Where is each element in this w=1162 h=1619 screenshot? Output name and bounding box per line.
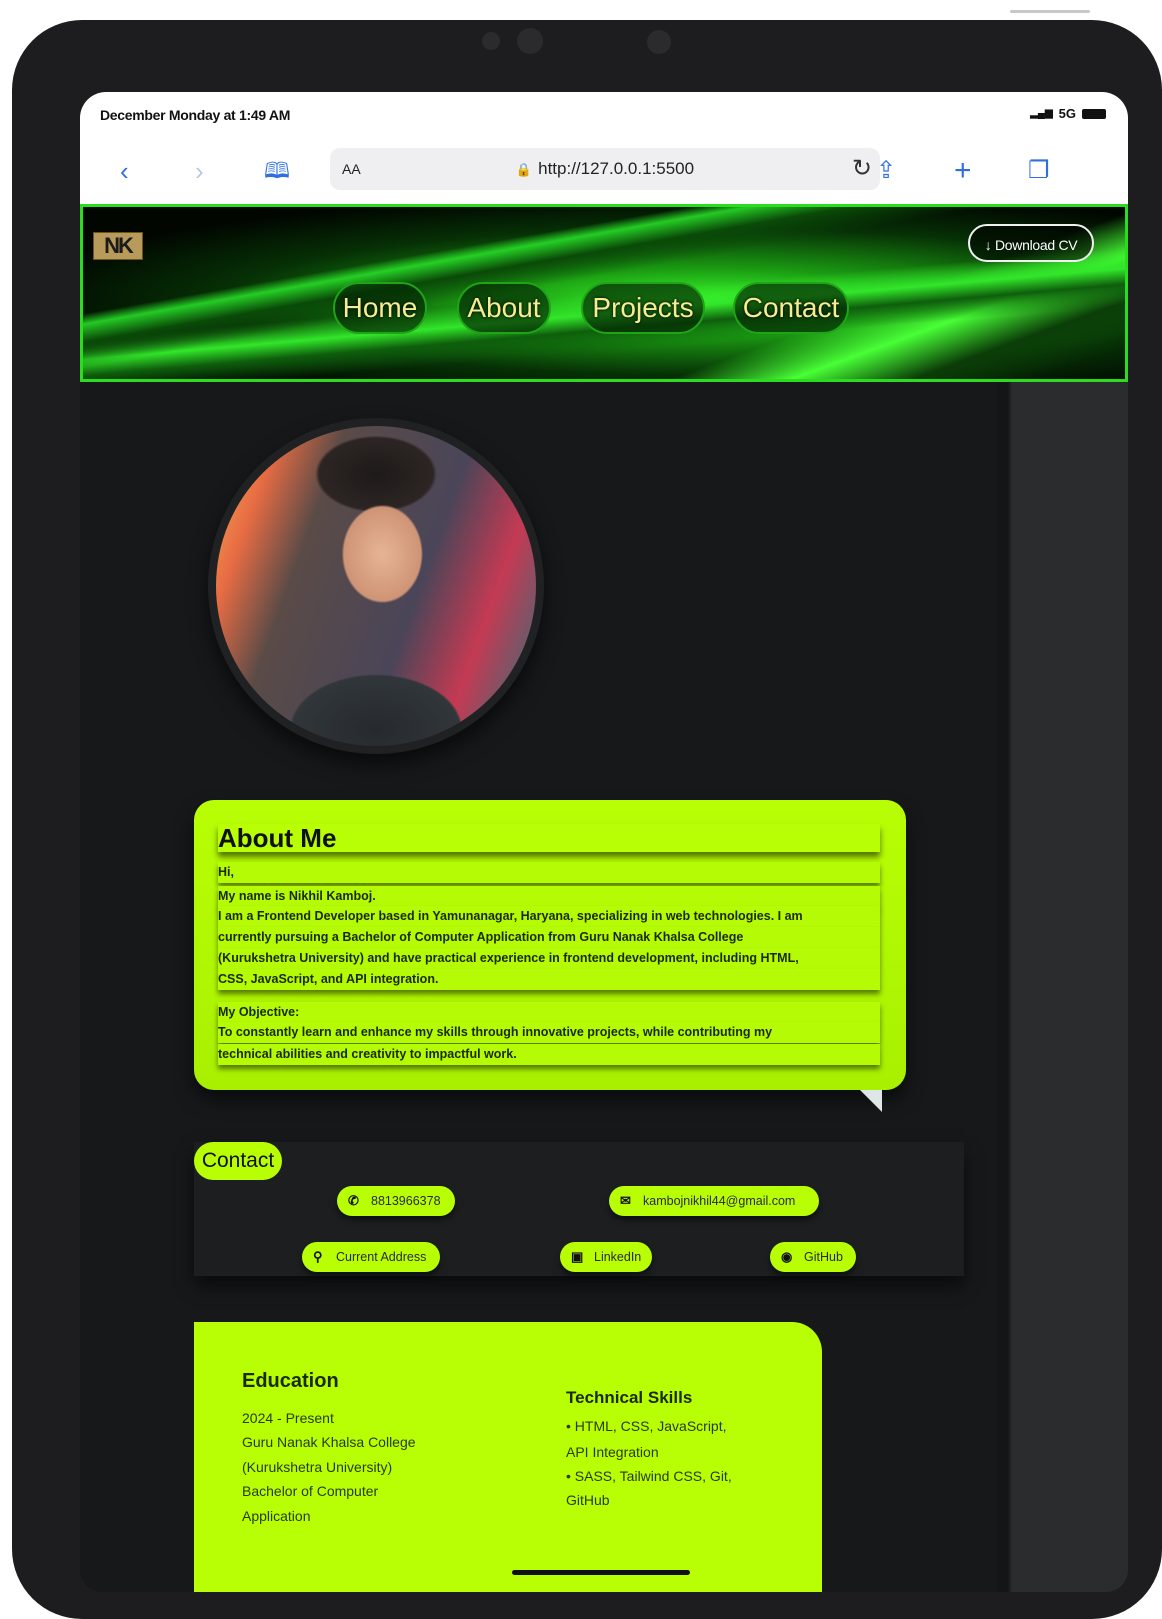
education-line: Application bbox=[242, 1508, 311, 1524]
status-bar: December Monday at 1:49 AM ▂▄▆ 5G bbox=[80, 92, 1128, 138]
education-line: (Kurukshetra University) bbox=[242, 1459, 393, 1475]
education-title: Education bbox=[242, 1370, 339, 1392]
speech-bubble-tail bbox=[860, 1090, 882, 1112]
nav-about[interactable]: About bbox=[457, 282, 551, 334]
contact-title: Contact bbox=[194, 1142, 282, 1180]
about-greeting: Hi, bbox=[218, 862, 880, 883]
signal-icon: ▂▄▆ bbox=[1030, 108, 1053, 119]
about-card: About Me Hi, My name is Nikhil Kamboj. I… bbox=[194, 800, 906, 1090]
forward-icon[interactable]: › bbox=[195, 156, 204, 186]
browser-toolbar: ‹ › 🕮 AA 🔒 http://127.0.0.1:5500 ↻ ⇪ + ❐ bbox=[80, 138, 1128, 205]
envelope-icon: ✉ bbox=[620, 1193, 631, 1208]
tablet-frame: December Monday at 1:49 AM ▂▄▆ 5G ‹ › 🕮 … bbox=[12, 20, 1162, 1619]
education-line: Bachelor of Computer bbox=[242, 1483, 379, 1499]
sensor-icon bbox=[647, 30, 671, 54]
address-text: Current Address bbox=[336, 1250, 427, 1264]
screen: December Monday at 1:49 AM ▂▄▆ 5G ‹ › 🕮 … bbox=[80, 92, 1128, 1592]
side-panel bbox=[998, 382, 1128, 1592]
linkedin-icon: ▣ bbox=[571, 1249, 584, 1264]
profile-photo-frame bbox=[208, 418, 544, 754]
skills-line: • SASS, Tailwind CSS, Git, bbox=[566, 1468, 732, 1484]
about-intro-line: currently pursuing a Bachelor of Compute… bbox=[218, 927, 880, 948]
address-link[interactable]: ⚲ Current Address bbox=[302, 1242, 440, 1272]
education-line: Guru Nanak Khalsa College bbox=[242, 1434, 416, 1450]
url-field[interactable]: 🔒 http://127.0.0.1:5500 bbox=[330, 159, 880, 179]
device-edge-highlight bbox=[1010, 10, 1090, 13]
lock-icon: 🔒 bbox=[515, 162, 533, 177]
new-tab-icon[interactable]: + bbox=[954, 156, 972, 186]
about-title: About Me bbox=[218, 824, 880, 852]
url-text: http://127.0.0.1:5500 bbox=[538, 159, 695, 178]
about-intro-line: (Kurukshetra University) and have practi… bbox=[218, 948, 880, 969]
nav-projects[interactable]: Projects bbox=[581, 282, 705, 334]
linkedin-text: LinkedIn bbox=[594, 1250, 642, 1264]
tabs-icon[interactable]: ❐ bbox=[1028, 156, 1050, 186]
nav-contact[interactable]: Contact bbox=[733, 282, 849, 334]
skills-line: • HTML, CSS, JavaScript, bbox=[566, 1418, 727, 1434]
about-intro-line: CSS, JavaScript, and API integration. bbox=[218, 969, 880, 990]
about-name: My name is Nikhil Kamboj. bbox=[218, 886, 880, 907]
objective-label: My Objective: bbox=[218, 1002, 880, 1023]
education-skills-card: Education 2024 - Present Guru Nanak Khal… bbox=[194, 1322, 822, 1592]
back-icon[interactable]: ‹ bbox=[120, 156, 129, 186]
objective-line: technical abilities and creativity to im… bbox=[218, 1044, 880, 1065]
linkedin-link[interactable]: ▣ LinkedIn bbox=[560, 1242, 652, 1272]
battery-icon bbox=[1082, 108, 1106, 119]
site-logo[interactable]: NK bbox=[93, 232, 143, 260]
bookmarks-icon[interactable]: 🕮 bbox=[264, 156, 290, 186]
objective-line: To constantly learn and enhance my skill… bbox=[218, 1022, 880, 1043]
location-pin-icon: ⚲ bbox=[313, 1249, 323, 1264]
sensor-icon bbox=[517, 28, 543, 54]
address-bar[interactable]: AA 🔒 http://127.0.0.1:5500 ↻ bbox=[330, 148, 880, 190]
reload-icon[interactable]: ↻ bbox=[852, 154, 872, 183]
download-cv-button[interactable]: ↓ Download CV bbox=[968, 224, 1094, 262]
network-type: 5G bbox=[1058, 106, 1076, 121]
email-text: kambojnikhil44@gmail.com bbox=[643, 1194, 796, 1208]
nav-home[interactable]: Home bbox=[333, 282, 427, 334]
email-link[interactable]: ✉ kambojnikhil44@gmail.com bbox=[609, 1186, 819, 1216]
camera-icon bbox=[482, 32, 500, 50]
skills-line: API Integration bbox=[566, 1444, 659, 1460]
phone-link[interactable]: ✆ 8813966378 bbox=[337, 1186, 455, 1216]
home-indicator[interactable] bbox=[512, 1570, 690, 1575]
github-text: GitHub bbox=[804, 1250, 843, 1264]
phone-icon: ✆ bbox=[348, 1193, 359, 1208]
github-link[interactable]: ◉ GitHub bbox=[770, 1242, 856, 1272]
skills-title: Technical Skills bbox=[566, 1388, 693, 1407]
status-indicators: ▂▄▆ 5G bbox=[1030, 106, 1106, 121]
status-time: December Monday at 1:49 AM bbox=[100, 107, 291, 123]
share-icon[interactable]: ⇪ bbox=[876, 156, 896, 186]
site-header: NK ↓ Download CV Home About Projects Con… bbox=[80, 204, 1128, 382]
skills-line: GitHub bbox=[566, 1492, 610, 1508]
phone-text: 8813966378 bbox=[371, 1194, 441, 1208]
about-intro-line: I am a Frontend Developer based in Yamun… bbox=[218, 906, 880, 927]
profile-photo bbox=[216, 426, 536, 746]
education-line: 2024 - Present bbox=[242, 1410, 334, 1426]
github-icon: ◉ bbox=[781, 1249, 793, 1264]
